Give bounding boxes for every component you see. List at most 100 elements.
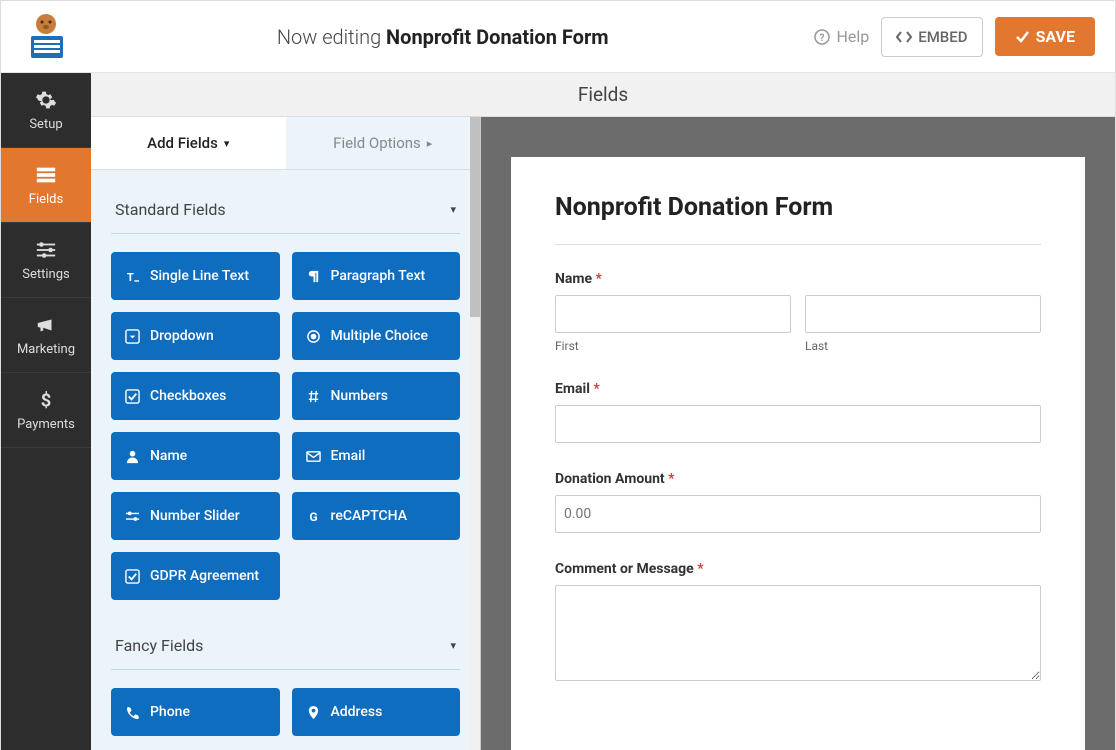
nav-marketing[interactable]: Marketing: [1, 298, 91, 373]
form-field-message[interactable]: Comment or Message *: [555, 561, 1041, 685]
form-field-name[interactable]: Name * First Last: [555, 271, 1041, 353]
field-multiple-choice[interactable]: Multiple Choice: [292, 312, 461, 360]
form-title: Nonprofit Donation Form: [555, 193, 1041, 245]
field-label: Name: [150, 448, 187, 464]
nav-setup-label: Setup: [29, 117, 62, 132]
field-number-slider[interactable]: Number Slider: [111, 492, 280, 540]
chevron-down-icon: ▾: [224, 137, 230, 150]
field-label: Checkboxes: [150, 388, 226, 404]
field-label: Phone: [150, 704, 190, 720]
mail-icon: [306, 449, 321, 464]
tab-field-options[interactable]: Field Options ▸: [286, 117, 481, 169]
message-textarea[interactable]: [555, 585, 1041, 681]
field-label: Paragraph Text: [331, 268, 426, 284]
embed-label: EMBED: [918, 28, 967, 46]
fields-panel: Add Fields ▾ Field Options ▸ Standard Fi…: [91, 117, 481, 750]
field-dropdown[interactable]: Dropdown: [111, 312, 280, 360]
caret-square-icon: [125, 329, 140, 344]
svg-text:?: ?: [820, 33, 825, 44]
preview-wrapper: Nonprofit Donation Form Name * First Las…: [481, 117, 1115, 750]
panel-tabs: Add Fields ▾ Field Options ▸: [91, 117, 480, 170]
embed-button[interactable]: EMBED: [881, 17, 982, 57]
nav-payments[interactable]: $ Payments: [1, 373, 91, 448]
tab-add-fields-label: Add Fields: [147, 134, 218, 152]
label-text: Name: [555, 271, 592, 287]
field-label: Numbers: [331, 388, 388, 404]
radio-icon: [306, 329, 321, 344]
preview-card[interactable]: Nonprofit Donation Form Name * First Las…: [511, 157, 1085, 750]
label-text: Email: [555, 381, 590, 397]
field-label: reCAPTCHA: [331, 508, 408, 524]
chevron-down-icon: ▾: [450, 639, 456, 652]
label-text: Donation Amount: [555, 471, 665, 487]
message-label: Comment or Message *: [555, 561, 1041, 577]
field-email[interactable]: Email: [292, 432, 461, 480]
editing-form-name: Nonprofit Donation Form: [386, 25, 609, 49]
check-icon: [1015, 29, 1030, 44]
field-name[interactable]: Name: [111, 432, 280, 480]
field-paragraph-text[interactable]: Paragraph Text: [292, 252, 461, 300]
svg-text:G: G: [309, 510, 317, 524]
nav-payments-label: Payments: [17, 417, 75, 432]
fields-header: Fields: [91, 73, 1115, 117]
help-link[interactable]: ? Help: [814, 27, 869, 46]
standard-fields-grid: T Single Line Text Paragraph Text Dropdow…: [111, 234, 460, 622]
field-label: Number Slider: [150, 508, 240, 524]
field-label: Single Line Text: [150, 268, 249, 284]
list-icon: [35, 164, 57, 186]
leftnav: Setup Fields Settings Marketing $ Paymen…: [1, 73, 91, 750]
nav-settings[interactable]: Settings: [1, 223, 91, 298]
last-sublabel: Last: [805, 339, 1041, 353]
field-label: Dropdown: [150, 328, 214, 344]
field-recaptcha[interactable]: GreCAPTCHA: [292, 492, 461, 540]
field-numbers[interactable]: Numbers: [292, 372, 461, 420]
help-icon: ?: [814, 29, 830, 45]
field-single-line-text[interactable]: T Single Line Text: [111, 252, 280, 300]
section-standard-fields[interactable]: Standard Fields ▾: [111, 186, 460, 234]
required-asterisk: *: [596, 271, 602, 287]
text-icon: T: [125, 269, 140, 284]
required-asterisk: *: [593, 381, 599, 397]
nav-marketing-label: Marketing: [17, 342, 75, 357]
field-label: Address: [331, 704, 383, 720]
svg-text:$: $: [41, 390, 52, 411]
donation-label: Donation Amount *: [555, 471, 1041, 487]
nav-setup[interactable]: Setup: [1, 73, 91, 148]
chevron-down-icon: ▾: [450, 203, 456, 216]
required-asterisk: *: [668, 471, 674, 487]
phone-icon: [125, 705, 140, 720]
email-input[interactable]: [555, 405, 1041, 443]
form-field-email[interactable]: Email *: [555, 381, 1041, 443]
user-icon: [125, 449, 140, 464]
first-name-input[interactable]: [555, 295, 791, 333]
top-actions: ? Help EMBED SAVE: [814, 17, 1095, 57]
svg-text:T: T: [127, 271, 134, 284]
first-sublabel: First: [555, 339, 791, 353]
email-label: Email *: [555, 381, 1041, 397]
embed-icon: [896, 30, 912, 44]
field-gdpr[interactable]: GDPR Agreement: [111, 552, 280, 600]
editing-title: Now editing Nonprofit Donation Form: [71, 25, 814, 49]
dollar-icon: $: [35, 389, 57, 411]
tab-add-fields[interactable]: Add Fields ▾: [91, 117, 286, 169]
google-icon: G: [306, 509, 321, 524]
bullhorn-icon: [35, 314, 57, 336]
fancy-fields-grid: Phone Address: [111, 670, 460, 750]
donation-input[interactable]: [555, 495, 1041, 533]
name-label: Name *: [555, 271, 1041, 287]
tab-field-options-label: Field Options: [333, 134, 421, 152]
form-field-donation[interactable]: Donation Amount *: [555, 471, 1041, 533]
section-standard-label: Standard Fields: [115, 200, 226, 219]
field-phone[interactable]: Phone: [111, 688, 280, 736]
scrollbar[interactable]: [470, 117, 480, 750]
save-button[interactable]: SAVE: [995, 17, 1095, 56]
field-label: Email: [331, 448, 366, 464]
scrollbar-thumb[interactable]: [470, 117, 480, 317]
last-name-input[interactable]: [805, 295, 1041, 333]
section-fancy-fields[interactable]: Fancy Fields ▾: [111, 622, 460, 670]
field-address[interactable]: Address: [292, 688, 461, 736]
field-checkboxes[interactable]: Checkboxes: [111, 372, 280, 420]
check-square-icon: [125, 389, 140, 404]
field-label: Multiple Choice: [331, 328, 428, 344]
nav-fields[interactable]: Fields: [1, 148, 91, 223]
